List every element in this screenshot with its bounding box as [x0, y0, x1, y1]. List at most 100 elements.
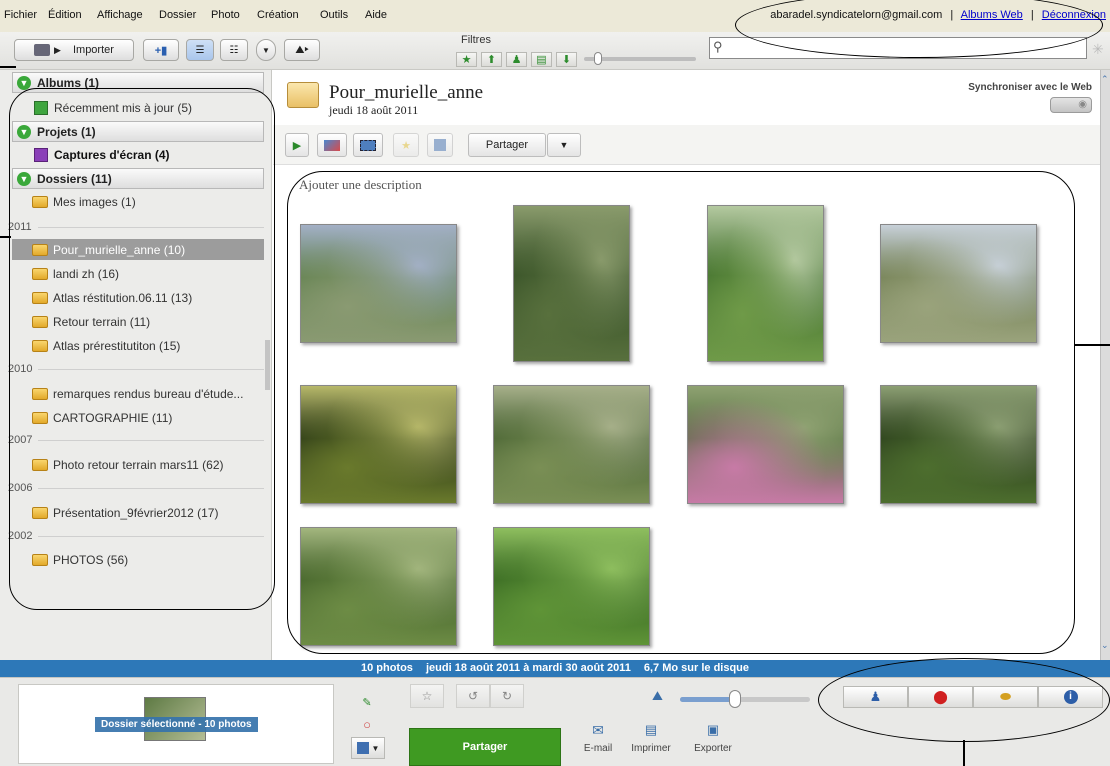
thumbnail-size-slider[interactable] — [680, 690, 810, 708]
add-to-album-button[interactable]: +▮ — [143, 39, 179, 61]
sidebar-folder-remarques[interactable]: remarques rendus bureau d'étude... — [12, 383, 264, 404]
menu-aide[interactable]: Aide — [365, 9, 387, 21]
year-divider-2011: 2011 — [8, 219, 264, 235]
share-dropdown-button[interactable]: ▼ — [547, 133, 581, 157]
projects-section-header[interactable]: ▼ Projets (1) — [12, 121, 264, 142]
clear-button[interactable]: ○ — [356, 714, 378, 734]
menu-fichier[interactable]: Fichier — [4, 9, 37, 21]
menu-creation[interactable]: Création — [257, 9, 299, 21]
favorite-button[interactable]: ★ — [393, 133, 419, 157]
slider-thumb[interactable] — [594, 52, 602, 65]
hold-button[interactable]: ✎ — [356, 692, 378, 712]
sidebar-item-screenshots[interactable]: Captures d'écran (4) — [12, 144, 264, 165]
sidebar-folder-retour-terrain[interactable]: Retour terrain (11) — [12, 311, 264, 332]
export-button[interactable]: ▣ Exporter — [688, 722, 738, 764]
sidebar-resize-handle[interactable] — [265, 340, 270, 390]
vertical-scrollbar[interactable]: ⌃ ⌄ — [1100, 70, 1110, 660]
folders-section-header[interactable]: ▼ Dossiers (11) — [12, 168, 264, 189]
rotate-right-button[interactable]: ↻ — [490, 684, 524, 708]
sidebar-folder-atlas-restitution[interactable]: Atlas réstitution.06.11 (13) — [12, 287, 264, 308]
list-view-icon: ☰ — [195, 44, 205, 56]
web-albums-link[interactable]: Albums Web — [961, 9, 1023, 21]
selection-tray[interactable]: Dossier sélectionné - 10 photos — [18, 684, 334, 764]
photo-thumbnail[interactable] — [707, 205, 824, 362]
list-view-button[interactable]: ☰ — [186, 39, 214, 61]
filter-geotag-button[interactable]: ⬇ — [556, 52, 577, 67]
albums-section-label: Albums (1) — [37, 75, 100, 90]
photo-thumbnail[interactable] — [300, 527, 457, 646]
photo-thumbnail[interactable] — [880, 385, 1037, 504]
photo-edit-button[interactable] — [317, 133, 347, 157]
movie-button[interactable] — [353, 133, 383, 157]
photo-thumbnail[interactable] — [300, 224, 457, 343]
email-button[interactable]: ✉ E-mail — [578, 722, 618, 764]
sidebar-folder-photo-retour-terrain[interactable]: Photo retour terrain mars11 (62) — [12, 454, 264, 475]
sidebar-folder-cartographie[interactable]: CARTOGRAPHIE (11) — [12, 407, 264, 428]
sidebar-folder-atlas-prerestitution[interactable]: Atlas prérestitutiton (15) — [12, 335, 264, 356]
share-label: Partager — [485, 139, 529, 151]
star-button[interactable]: ☆ — [410, 684, 444, 708]
folder-label: Mes images (1) — [53, 194, 136, 209]
play-slideshow-button[interactable]: ▶ — [285, 133, 309, 157]
sidebar-item-recent-album[interactable]: Récemment mis à jour (5) — [12, 97, 264, 118]
thumbnail-size-icon: ⛰ — [652, 688, 663, 703]
rotate-left-icon: ↺ — [467, 689, 479, 703]
sync-toggle[interactable]: ◉ — [1050, 97, 1092, 113]
filter-date-slider[interactable] — [584, 52, 696, 65]
sidebar-folder-photos[interactable]: PHOTOS (56) — [12, 549, 264, 570]
photo-thumbnail[interactable] — [493, 385, 650, 504]
account-separator: | — [950, 9, 954, 21]
photo-thumbnail[interactable] — [687, 385, 844, 504]
search-input[interactable] — [730, 40, 1080, 56]
photo-thumbnail[interactable] — [300, 385, 457, 504]
places-pane-button[interactable]: ⬤ — [908, 686, 973, 708]
import-button[interactable]: ▶ Importer — [14, 39, 134, 61]
save-button[interactable] — [427, 133, 453, 157]
info-pane-button[interactable]: i — [1038, 686, 1103, 708]
filter-people-button[interactable]: ♟ — [506, 52, 527, 67]
folder-date[interactable]: jeudi 18 août 2011 — [329, 103, 418, 118]
people-pane-button[interactable]: ♟ — [843, 686, 908, 708]
view-dropdown-button[interactable]: ▼ — [256, 39, 276, 61]
pin-icon: ✎ — [362, 696, 372, 709]
photo-thumbnail[interactable] — [880, 224, 1037, 343]
menu-outils[interactable]: Outils — [320, 9, 348, 21]
slideshow-button[interactable]: ⛰▸ — [284, 39, 320, 61]
photo-thumbnail[interactable] — [513, 205, 630, 362]
sidebar-folder-presentation[interactable]: Présentation_9février2012 (17) — [12, 502, 264, 523]
sidebar-folder-landi-zh[interactable]: landi zh (16) — [12, 263, 264, 284]
scroll-down-icon[interactable]: ⌄ — [1101, 640, 1109, 651]
menu-photo[interactable]: Photo — [211, 9, 240, 21]
photo-icon — [324, 139, 340, 151]
slider-thumb[interactable] — [729, 690, 741, 708]
filter-uploaded-button[interactable]: ⬆ — [481, 52, 502, 67]
share-button[interactable]: Partager — [468, 133, 546, 157]
add-to-album-dropdown[interactable]: ▼ — [351, 737, 385, 759]
tree-view-button[interactable]: ☷ — [220, 39, 248, 61]
share-tray-button[interactable]: Partager — [409, 728, 561, 766]
search-box[interactable]: ⚲ — [709, 37, 1087, 59]
collapse-icon[interactable]: ▼ — [17, 76, 31, 90]
sidebar-folder-pour-murielle-anne[interactable]: Pour_murielle_anne (10) — [12, 239, 264, 260]
rotate-left-button[interactable]: ↺ — [456, 684, 490, 708]
folder-title[interactable]: Pour_murielle_anne — [329, 82, 483, 104]
photo-thumbnail[interactable] — [493, 527, 650, 646]
menu-dossier[interactable]: Dossier — [159, 9, 196, 21]
albums-section-header[interactable]: ▼ Albums (1) — [12, 72, 264, 93]
collapse-icon[interactable]: ▼ — [17, 172, 31, 186]
disk-size: 6,7 Mo sur le disque — [643, 662, 750, 674]
collapse-icon[interactable]: ▼ — [17, 125, 31, 139]
year-divider-2002: 2002 — [8, 528, 264, 544]
menu-affichage[interactable]: Affichage — [97, 9, 143, 21]
menu-edition[interactable]: Édition — [48, 9, 82, 21]
print-button[interactable]: ▤ Imprimer — [626, 722, 676, 764]
description-field[interactable]: Ajouter une description — [299, 177, 422, 193]
scroll-up-icon[interactable]: ⌃ — [1101, 74, 1109, 85]
tags-pane-button[interactable]: ⬬ — [973, 686, 1038, 708]
date-range: jeudi 18 août 2011 à mardi 30 août 2011 — [425, 662, 631, 674]
filter-video-button[interactable]: ▤ — [531, 52, 552, 67]
logout-link[interactable]: Déconnexion — [1042, 9, 1106, 21]
sidebar-folder-mes-images[interactable]: Mes images (1) — [12, 191, 264, 212]
filter-starred-button[interactable]: ★ — [456, 52, 477, 67]
folder-icon — [32, 339, 48, 352]
